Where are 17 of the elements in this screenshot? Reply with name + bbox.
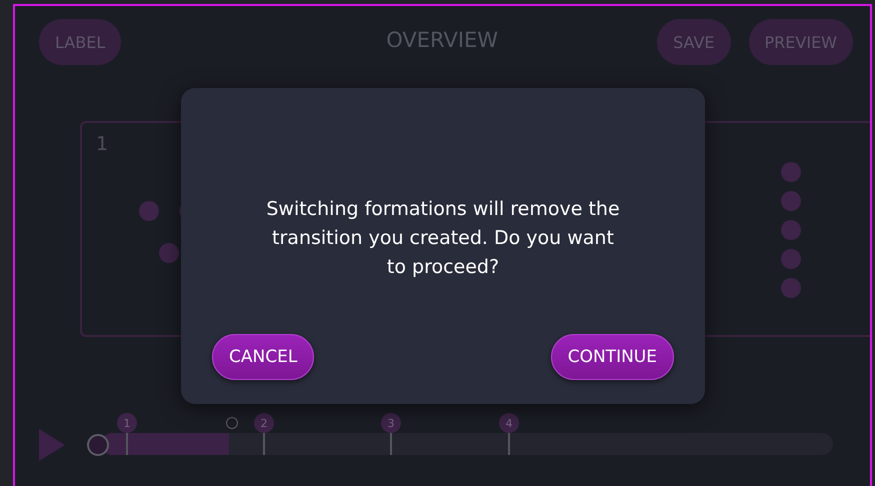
dancer-dot	[781, 191, 801, 211]
dancer-dot	[781, 278, 801, 298]
dancer-dot	[781, 162, 801, 182]
dialog-message: Switching formations will remove the transition you created. Do you want to proceed?	[265, 197, 621, 280]
formation-marker[interactable]: 2	[254, 413, 274, 433]
dancer-dot	[781, 220, 801, 240]
transition-marker[interactable]	[226, 417, 238, 429]
formation-marker[interactable]: 3	[381, 413, 401, 433]
dancer-dot	[139, 201, 159, 221]
cancel-button[interactable]: CANCEL	[212, 334, 314, 380]
formation-marker[interactable]: 4	[499, 413, 519, 433]
page-title: OVERVIEW	[386, 28, 498, 52]
dancer-dot	[159, 243, 179, 263]
continue-button[interactable]: CONTINUE	[550, 334, 674, 380]
dancer-dot	[781, 249, 801, 269]
formation-marker[interactable]: 1	[117, 413, 137, 433]
playhead-handle[interactable]	[87, 434, 109, 456]
